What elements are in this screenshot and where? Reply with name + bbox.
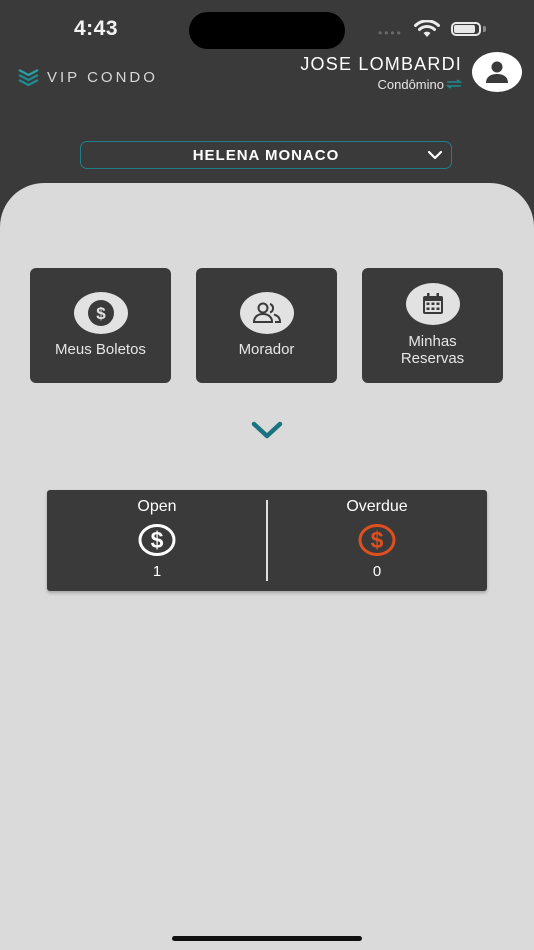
tile-label: Morador (238, 341, 295, 358)
avatar[interactable] (472, 52, 522, 92)
people-icon (239, 292, 294, 334)
tile-meus-boletos[interactable]: $ Meus Boletos (30, 268, 171, 383)
tile-label: Minhas Reservas (400, 333, 465, 367)
app-name: VIP CONDO (47, 68, 158, 86)
summary-overdue[interactable]: Overdue $ 0 (267, 490, 487, 591)
battery-tip (483, 26, 486, 32)
status-bar: 4:43 •••• (0, 0, 534, 60)
dollar-circle-icon: $ (138, 524, 176, 561)
summary-overdue-count: 0 (372, 563, 382, 580)
tile-morador[interactable]: Morador (196, 268, 337, 383)
home-indicator[interactable] (172, 936, 362, 941)
unit-select-value: HELENA MONACO (192, 146, 340, 164)
svg-text:$: $ (96, 304, 106, 323)
layers-logo-icon (18, 68, 39, 87)
status-time: 4:43 (74, 17, 119, 40)
summary-overdue-title: Overdue (346, 498, 408, 515)
expand-chevron-icon[interactable] (249, 418, 285, 447)
swap-icon[interactable] (445, 77, 463, 92)
calendar-icon (405, 283, 460, 325)
summary-open-count: 1 (152, 563, 162, 580)
chevron-down-icon (427, 148, 443, 167)
dynamic-island (189, 12, 345, 49)
boletos-summary-card: Open $ 1 Overdue $ 0 (47, 490, 487, 591)
tile-minhas-reservas[interactable]: Minhas Reservas (362, 268, 503, 383)
person-icon (486, 61, 508, 83)
app-logo: VIP CONDO (17, 65, 158, 89)
user-name: JOSE LOMBARDI (300, 54, 462, 74)
dollar-circle-icon: $ (358, 524, 396, 561)
cellular-signal-icon: •••• (378, 26, 403, 40)
dollar-icon: $ (73, 292, 128, 334)
user-info[interactable]: JOSE LOMBARDI Condômino (300, 54, 463, 92)
summary-open-title: Open (137, 498, 177, 515)
user-role: Condômino (377, 77, 445, 92)
unit-select[interactable]: HELENA MONACO (80, 141, 452, 169)
svg-text:$: $ (371, 527, 384, 553)
summary-open[interactable]: Open $ 1 (47, 490, 267, 591)
tile-label: Meus Boletos (55, 341, 146, 358)
user-role-switch[interactable]: Condômino (300, 77, 463, 92)
svg-text:$: $ (151, 527, 164, 553)
battery-icon (451, 22, 481, 36)
wifi-icon (414, 19, 440, 43)
